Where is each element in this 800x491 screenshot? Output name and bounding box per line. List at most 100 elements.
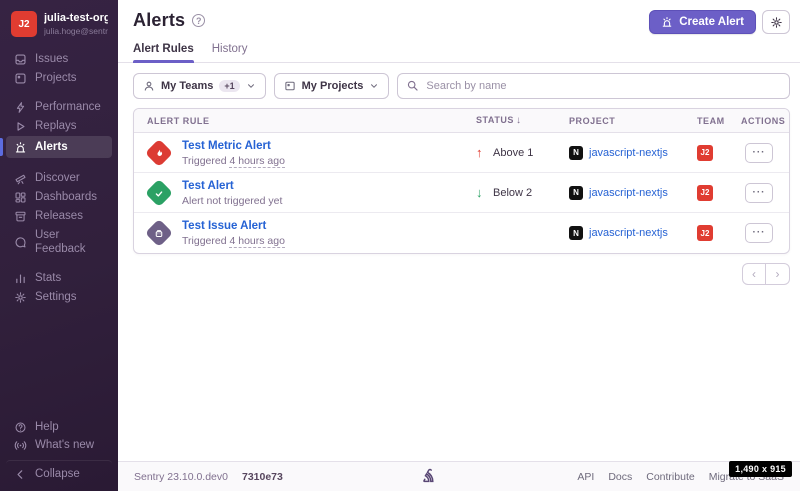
footer-link-api[interactable]: API (577, 471, 594, 483)
table-header-row: Alert Rule Status↓ Project Team Actions (134, 109, 789, 133)
status-cell: ↓ Below 2 (470, 185, 563, 200)
column-header-project: Project (563, 116, 691, 126)
nextjs-platform-icon: N (569, 226, 583, 240)
sidebar-item-user-feedback[interactable]: User Feedback (6, 226, 112, 258)
sort-desc-icon: ↓ (516, 115, 522, 126)
pagination: ‹ › (133, 263, 790, 285)
alert-rule-link[interactable]: Test Issue Alert (182, 220, 266, 232)
sidebar: J2 julia-test-org-2 … julia.hoge@sentry.… (0, 0, 118, 491)
viewport-size-tooltip: 1,490 x 915 (729, 461, 792, 477)
teams-count-badge: +1 (219, 80, 239, 92)
row-actions-button[interactable]: ··· (745, 223, 773, 243)
sidebar-nav: Issues Projects Performance Replays Aler… (0, 46, 118, 321)
search-icon (406, 79, 419, 92)
team-avatar: J2 (697, 185, 713, 201)
version-label: Sentry 23.10.0.dev0 (134, 471, 228, 483)
team-cell: J2 (691, 145, 735, 161)
tab-history[interactable]: History (212, 43, 248, 62)
sidebar-item-alerts[interactable]: Alerts (6, 136, 112, 158)
teams-filter-button[interactable]: My Teams +1 (133, 73, 266, 99)
issue-alert-icon (145, 219, 173, 247)
project-link[interactable]: javascript-nextjs (589, 187, 668, 199)
alert-rules-table: Alert Rule Status↓ Project Team Actions … (133, 108, 790, 254)
column-header-alert-rule: Alert Rule (134, 116, 470, 126)
tab-alert-rules[interactable]: Alert Rules (133, 43, 194, 62)
alert-settings-button[interactable] (762, 10, 790, 34)
teams-filter-label: My Teams (161, 80, 213, 92)
page-title: Alerts (133, 10, 185, 31)
dashboards-icon (14, 191, 27, 204)
help-icon (14, 421, 27, 434)
chevron-down-icon (246, 81, 256, 91)
help-question-icon[interactable]: ? (192, 14, 205, 27)
sidebar-collapse-button[interactable]: Collapse (6, 460, 112, 489)
sidebar-item-projects[interactable]: Projects (6, 69, 112, 87)
gear-icon (14, 291, 27, 304)
sidebar-item-help[interactable]: Help (6, 418, 112, 436)
user-icon (143, 80, 155, 92)
chevron-left-icon (14, 468, 27, 481)
footer-link-docs[interactable]: Docs (608, 471, 632, 483)
team-cell: J2 (691, 185, 735, 201)
sidebar-item-issues[interactable]: Issues (6, 50, 112, 68)
column-header-team: Team (691, 116, 735, 126)
create-alert-button[interactable]: Create Alert (649, 10, 756, 34)
sidebar-item-label: Performance (35, 100, 101, 114)
sidebar-item-label: Collapse (35, 467, 80, 481)
nextjs-platform-icon: N (569, 186, 583, 200)
footer-link-contribute[interactable]: Contribute (646, 471, 694, 483)
alert-rule-link[interactable]: Test Metric Alert (182, 140, 271, 152)
sidebar-item-label: Replays (35, 119, 77, 133)
project-cell: N javascript-nextjs (563, 186, 691, 200)
projects-icon (14, 72, 27, 85)
next-page-button[interactable]: › (766, 263, 790, 285)
team-avatar: J2 (697, 225, 713, 241)
table-row: Test Metric Alert Triggered 4 hours ago … (134, 133, 789, 173)
team-cell: J2 (691, 225, 735, 241)
sidebar-item-label: Issues (35, 52, 68, 66)
projects-filter-button[interactable]: My Projects (274, 73, 390, 99)
sidebar-item-performance[interactable]: Performance (6, 98, 112, 116)
project-link[interactable]: javascript-nextjs (589, 147, 668, 159)
sidebar-item-whats-new[interactable]: What's new (6, 436, 112, 454)
releases-icon (14, 210, 27, 223)
project-cell: N javascript-nextjs (563, 226, 691, 240)
sidebar-item-discover[interactable]: Discover (6, 169, 112, 187)
sidebar-item-label: Settings (35, 290, 77, 304)
alert-rule-subtitle: Alert not triggered yet (182, 195, 282, 208)
build-hash[interactable]: 7310e73 (242, 471, 283, 483)
create-alert-label: Create Alert (679, 16, 744, 28)
alert-rule-link[interactable]: Test Alert (182, 180, 234, 192)
search-input[interactable] (397, 73, 790, 99)
metric-alert-icon (145, 138, 173, 166)
previous-page-button[interactable]: ‹ (742, 263, 766, 285)
tab-bar: Alert Rules History (118, 43, 800, 63)
org-email: julia.hoge@sentry.io (44, 26, 108, 36)
gear-icon (770, 16, 783, 29)
row-actions-button[interactable]: ··· (745, 143, 773, 163)
discover-icon (14, 172, 27, 185)
project-cell: N javascript-nextjs (563, 146, 691, 160)
sidebar-item-dashboards[interactable]: Dashboards (6, 188, 112, 206)
sidebar-item-label: User Feedback (35, 228, 104, 256)
project-icon (284, 80, 296, 92)
row-actions-button[interactable]: ··· (745, 183, 773, 203)
org-switcher[interactable]: J2 julia-test-org-2 … julia.hoge@sentry.… (0, 0, 118, 46)
sidebar-item-replays[interactable]: Replays (6, 117, 112, 135)
issues-icon (14, 53, 27, 66)
sidebar-item-label: Releases (35, 209, 83, 223)
project-link[interactable]: javascript-nextjs (589, 227, 668, 239)
replays-icon (14, 120, 27, 133)
column-header-status[interactable]: Status↓ (470, 115, 563, 126)
sidebar-item-label: Alerts (35, 140, 68, 154)
broadcast-icon (14, 439, 27, 452)
sidebar-item-label: Discover (35, 171, 80, 185)
org-avatar: J2 (11, 11, 37, 37)
sidebar-item-settings[interactable]: Settings (6, 288, 112, 306)
user-feedback-icon (14, 236, 27, 249)
alert-rule-subtitle: Triggered 4 hours ago (182, 155, 285, 168)
sidebar-item-releases[interactable]: Releases (6, 207, 112, 225)
table-row: Test Issue Alert Triggered 4 hours ago N… (134, 213, 789, 253)
relative-time: 4 hours ago (229, 235, 284, 248)
sidebar-item-stats[interactable]: Stats (6, 269, 112, 287)
